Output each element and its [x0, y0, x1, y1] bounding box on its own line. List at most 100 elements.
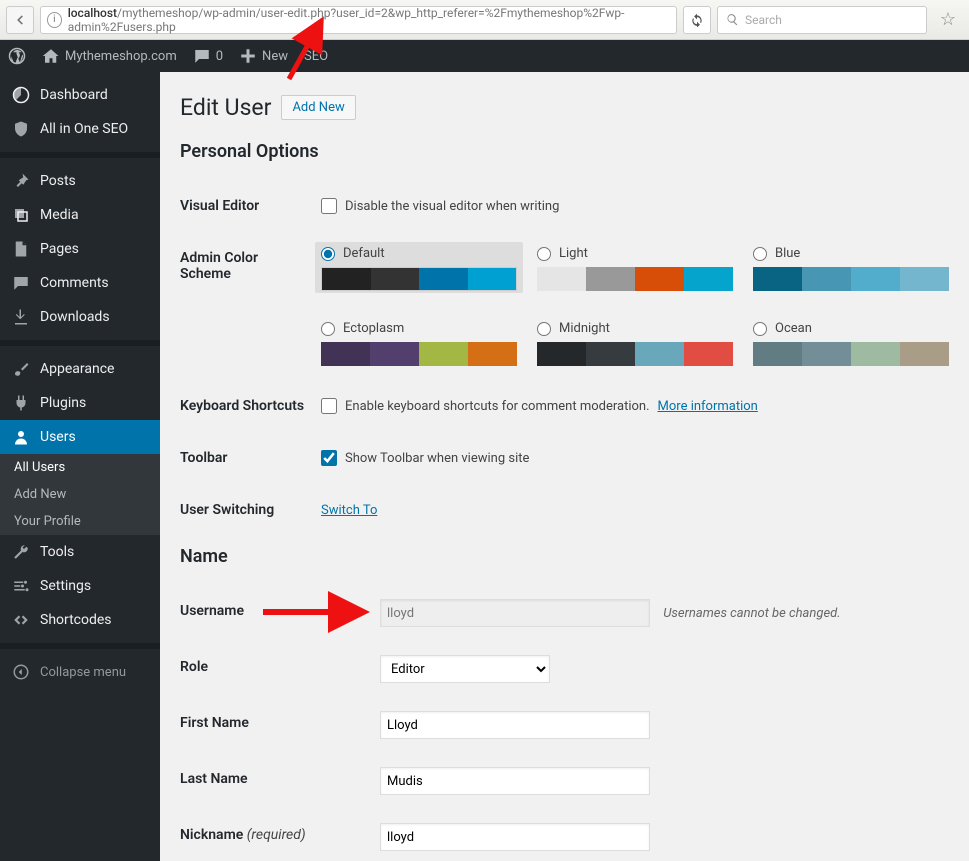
label-visual-editor: Visual Editor: [180, 180, 321, 232]
new-label: New: [262, 49, 288, 64]
scheme-radio[interactable]: [321, 322, 335, 336]
label-shortcuts: Keyboard Shortcuts: [180, 380, 321, 432]
username-input: [380, 599, 650, 627]
toolbar-checkbox[interactable]: [321, 450, 337, 466]
last-name-input[interactable]: [380, 767, 650, 795]
arrow-left-icon: [13, 13, 27, 27]
sidebar-item-label: Pages: [40, 241, 79, 257]
wp-logo[interactable]: [8, 47, 26, 65]
sidebar-item-label: Downloads: [40, 309, 110, 325]
first-name-input[interactable]: [380, 711, 650, 739]
label-role: Role: [180, 641, 380, 697]
sidebar-item-label: Settings: [40, 578, 91, 594]
label-first-name: First Name: [180, 697, 380, 753]
seo-link[interactable]: SEO: [304, 49, 328, 64]
plus-icon: [239, 47, 257, 65]
sidebar-item-label: Posts: [40, 173, 76, 189]
add-new-button[interactable]: Add New: [281, 95, 355, 120]
browser-bar: i localhost/mythemeshop/wp-admin/user-ed…: [0, 0, 969, 40]
sidebar-item-users[interactable]: Users: [0, 420, 160, 454]
search-icon: [726, 13, 739, 26]
brush-icon: [12, 360, 30, 378]
content-area: Edit User Add New Personal Options Visua…: [160, 72, 969, 861]
scheme-name: Ocean: [775, 321, 812, 336]
label-user-switching: User Switching: [180, 484, 321, 536]
plug-icon: [12, 394, 30, 412]
seo-label: SEO: [304, 49, 328, 64]
shortcuts-checkbox[interactable]: [321, 398, 337, 414]
scheme-radio[interactable]: [321, 247, 335, 261]
username-note: Usernames cannot be changed.: [663, 606, 840, 621]
scheme-light[interactable]: Light: [537, 246, 733, 291]
section-name: Name: [180, 546, 949, 567]
sliders-icon: [12, 577, 30, 595]
sidebar-item-settings[interactable]: Settings: [0, 569, 160, 603]
scheme-ocean[interactable]: Ocean: [753, 321, 949, 366]
collapse-menu[interactable]: Collapse menu: [0, 655, 160, 689]
collapse-icon: [12, 663, 30, 681]
toolbar-text: Show Toolbar when viewing site: [345, 451, 529, 466]
scheme-swatches: [537, 267, 733, 291]
sidebar-item-label: All in One SEO: [40, 121, 128, 137]
sidebar-item-posts[interactable]: Posts: [0, 164, 160, 198]
scheme-default[interactable]: Default: [315, 242, 523, 293]
scheme-radio[interactable]: [753, 322, 767, 336]
label-username: Username: [180, 585, 380, 641]
label-toolbar: Toolbar: [180, 432, 321, 484]
sidebar-item-tools[interactable]: Tools: [0, 535, 160, 569]
shortcuts-more-link[interactable]: More information: [658, 399, 758, 414]
sidebar-sub-add-new[interactable]: Add New: [0, 481, 160, 508]
sidebar-item-label: Comments: [40, 275, 109, 291]
comments-link[interactable]: 0: [193, 47, 223, 65]
sidebar-sub-all-users[interactable]: All Users: [0, 454, 160, 481]
scheme-midnight[interactable]: Midnight: [537, 321, 733, 366]
comment-icon: [193, 47, 211, 65]
scheme-radio[interactable]: [537, 247, 551, 261]
scheme-name: Ectoplasm: [343, 321, 404, 336]
url-bar[interactable]: i localhost/mythemeshop/wp-admin/user-ed…: [40, 6, 677, 34]
browser-search[interactable]: Search: [717, 6, 927, 34]
sidebar-item-comments[interactable]: Comments: [0, 266, 160, 300]
sidebar-item-appearance[interactable]: Appearance: [0, 352, 160, 386]
page-icon: [12, 240, 30, 258]
url-host: localhost: [68, 6, 117, 20]
scheme-ectoplasm[interactable]: Ectoplasm: [321, 321, 517, 366]
scheme-swatches: [321, 342, 517, 366]
sidebar-item-label: Shortcodes: [40, 612, 112, 628]
scheme-swatches: [321, 267, 517, 291]
switch-to-link[interactable]: Switch To: [321, 503, 377, 518]
sidebar-item-plugins[interactable]: Plugins: [0, 386, 160, 420]
role-select[interactable]: Editor: [380, 655, 550, 683]
sidebar-item-label: Plugins: [40, 395, 86, 411]
sidebar-sub-your-profile[interactable]: Your Profile: [0, 508, 160, 535]
sidebar-item-shortcodes[interactable]: Shortcodes: [0, 603, 160, 637]
wp-admin-bar: Mythemeshop.com 0 New SEO: [0, 40, 969, 72]
visual-editor-checkbox[interactable]: [321, 198, 337, 214]
bookmark-button[interactable]: ☆: [933, 9, 963, 30]
scheme-blue[interactable]: Blue: [753, 246, 949, 291]
site-link[interactable]: Mythemeshop.com: [42, 47, 177, 65]
shortcuts-text: Enable keyboard shortcuts for comment mo…: [345, 399, 650, 414]
url-path: /mythemeshop/wp-admin/user-edit.php?user…: [68, 6, 625, 34]
nickname-input[interactable]: [380, 823, 650, 851]
label-nickname: Nickname (required): [180, 809, 380, 861]
new-link[interactable]: New: [239, 47, 288, 65]
page-title: Edit User: [180, 94, 271, 121]
scheme-radio[interactable]: [753, 247, 767, 261]
sidebar-item-downloads[interactable]: Downloads: [0, 300, 160, 334]
scheme-name: Midnight: [559, 321, 610, 336]
label-last-name: Last Name: [180, 753, 380, 809]
sidebar-item-label: Media: [40, 207, 79, 223]
scheme-radio[interactable]: [537, 322, 551, 336]
sidebar-item-all-in-one-seo[interactable]: All in One SEO: [0, 112, 160, 146]
scheme-swatches: [753, 267, 949, 291]
sidebar-item-pages[interactable]: Pages: [0, 232, 160, 266]
sidebar-item-label: Appearance: [40, 361, 114, 377]
back-button[interactable]: [6, 6, 34, 34]
refresh-button[interactable]: [683, 6, 711, 34]
sidebar-item-dashboard[interactable]: Dashboard: [0, 78, 160, 112]
comments-count: 0: [216, 49, 223, 64]
scheme-name: Blue: [775, 246, 800, 261]
sidebar-item-media[interactable]: Media: [0, 198, 160, 232]
refresh-icon: [690, 13, 704, 27]
